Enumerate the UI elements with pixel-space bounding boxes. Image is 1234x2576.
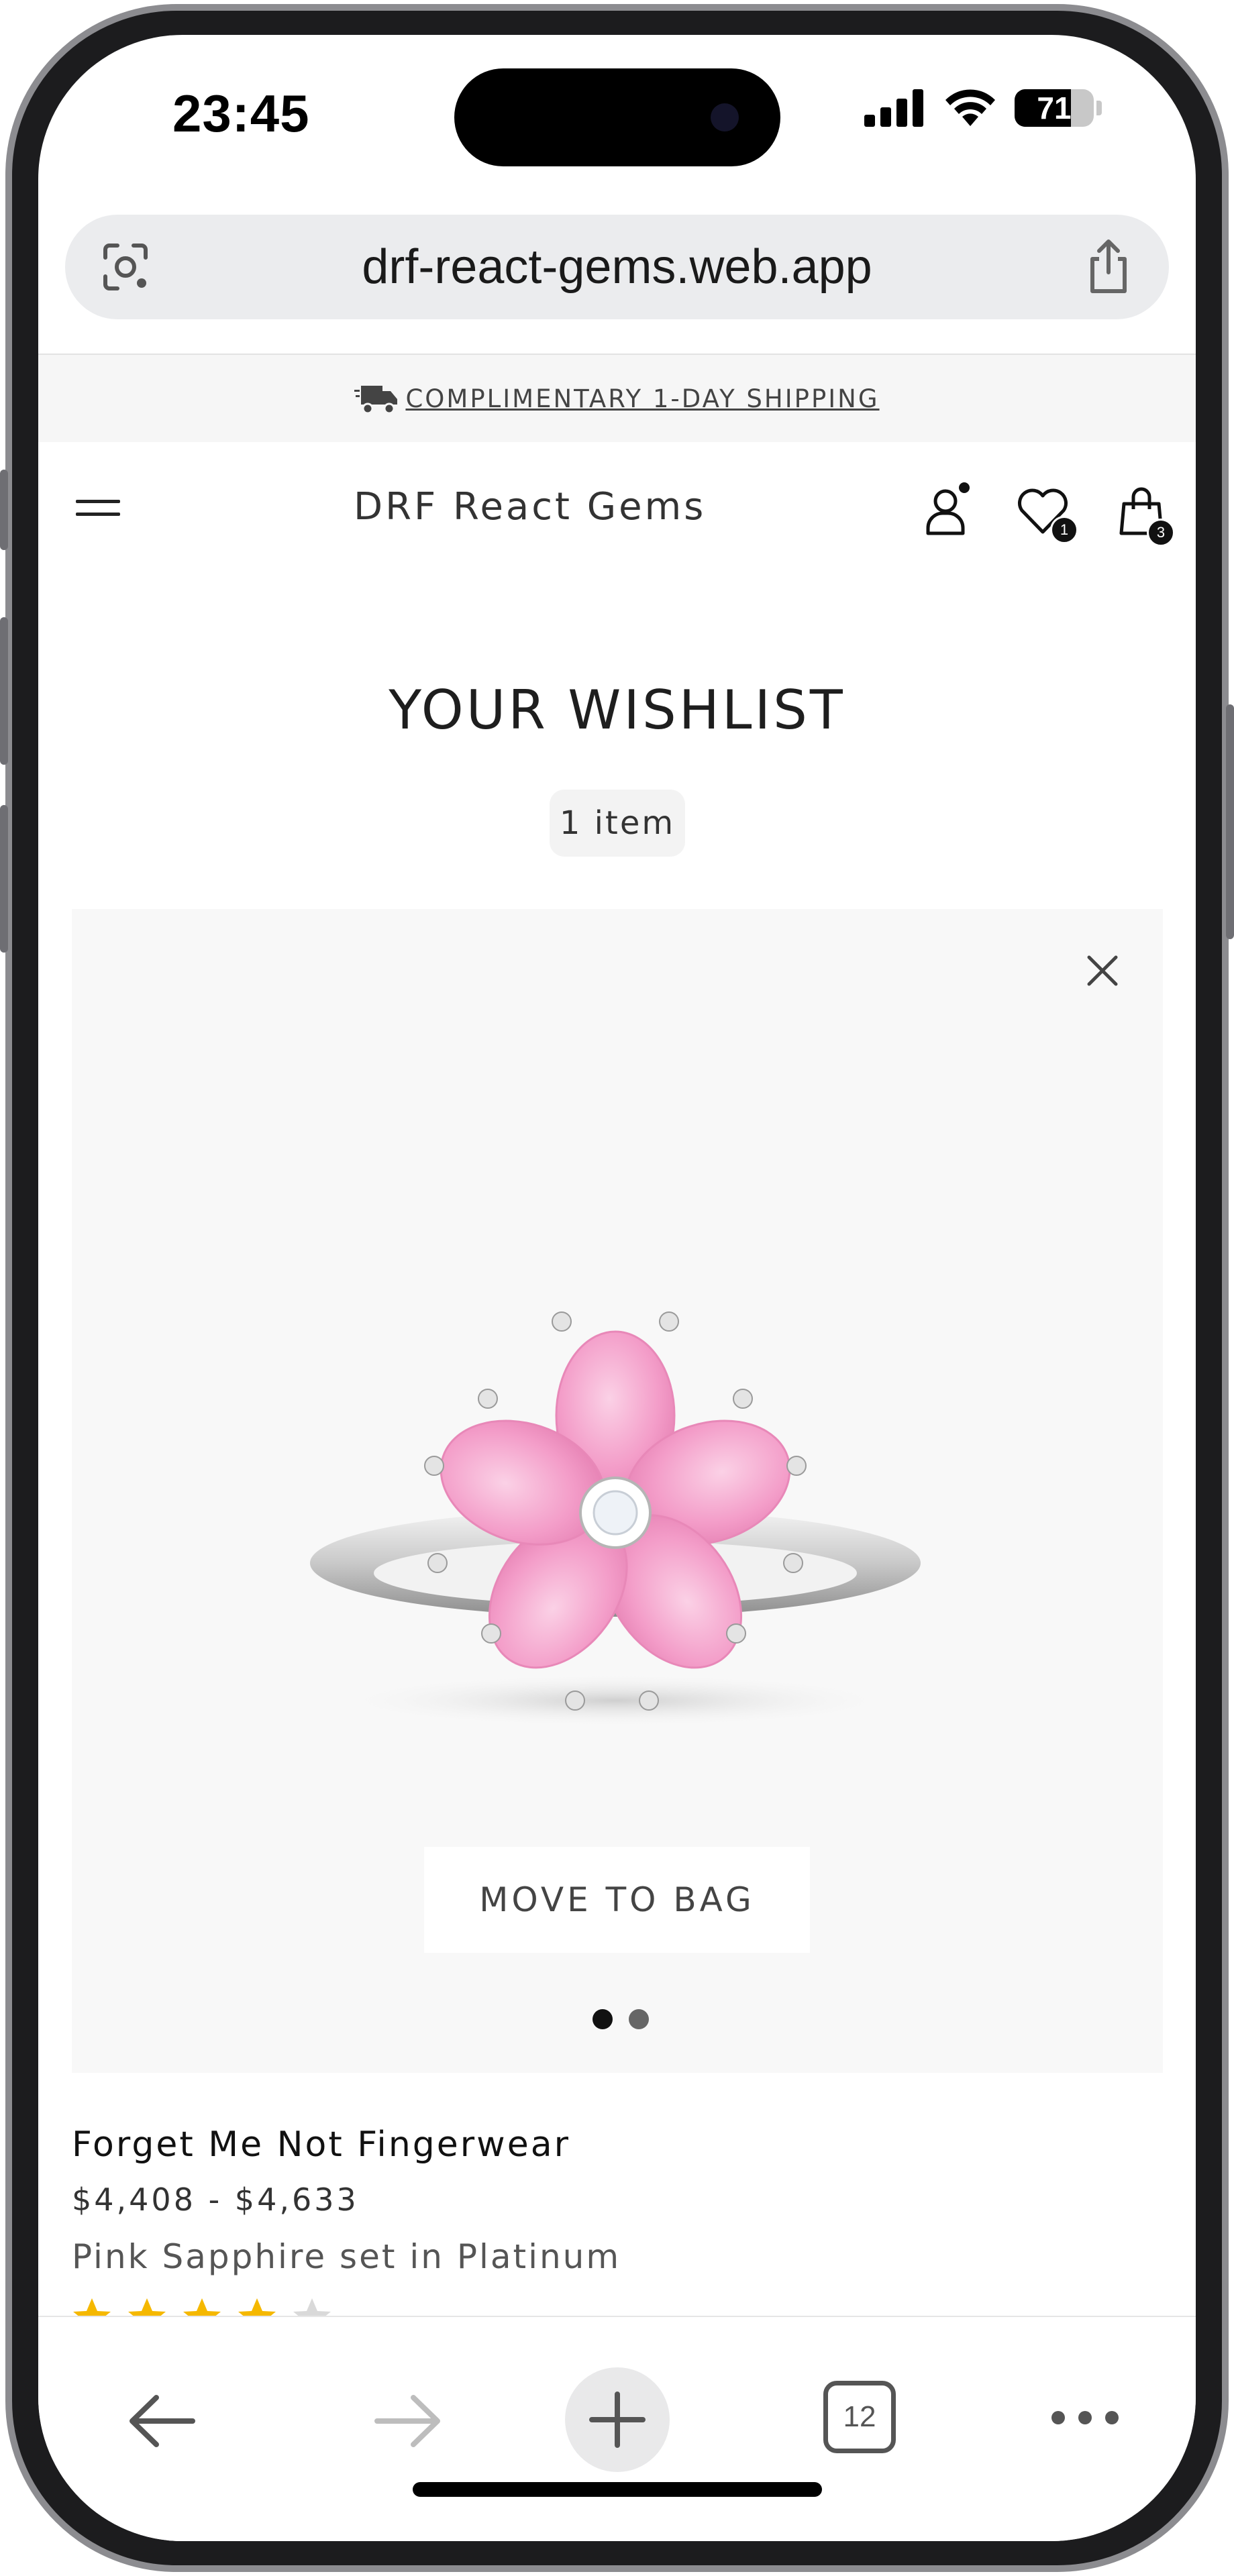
dynamic-island [454, 68, 780, 166]
delivery-truck-icon [354, 386, 398, 415]
url-text[interactable]: drf-react-gems.web.app [65, 239, 1169, 294]
site-header: DRF React Gems 1 3 [38, 441, 1196, 575]
move-to-bag-button[interactable]: MOVE TO BAG [424, 1847, 810, 1953]
announcement-text[interactable]: COMPLIMENTARY 1-DAY SHIPPING [405, 384, 879, 413]
more-options-icon[interactable] [1048, 2404, 1122, 2431]
bag-button[interactable]: 3 [1112, 481, 1175, 547]
battery-indicator: 71 [1015, 89, 1094, 127]
phone-screen: 23:45 71 drf-react-gems.web.app COMPLIME… [38, 35, 1196, 2541]
bag-count-badge: 3 [1147, 519, 1175, 547]
image-carousel-dots [593, 2009, 649, 2029]
item-count-badge: 1 item [550, 790, 685, 857]
wishlist-count-badge: 1 [1050, 516, 1078, 544]
status-bar: 23:45 71 [38, 35, 1196, 182]
power-button [1226, 704, 1234, 939]
home-indicator[interactable] [413, 2482, 822, 2497]
clock: 23:45 [172, 84, 310, 143]
carousel-dot-2[interactable] [629, 2009, 649, 2029]
wishlist-button[interactable]: 1 [1013, 481, 1078, 544]
product-image-card[interactable]: MOVE TO BAG [72, 909, 1163, 2073]
page-title: YOUR WISHLIST [389, 679, 845, 741]
shipping-announcement[interactable]: COMPLIMENTARY 1-DAY SHIPPING [38, 354, 1196, 442]
remove-item-icon[interactable] [1082, 951, 1123, 991]
cellular-signal-icon [864, 89, 923, 127]
battery-level: 71 [1037, 91, 1072, 125]
menu-icon[interactable] [76, 493, 120, 523]
battery-tip [1096, 101, 1102, 115]
product-image [310, 1311, 921, 1727]
forward-arrow-icon[interactable] [370, 2391, 444, 2451]
account-button[interactable] [917, 481, 978, 541]
status-icons: 71 [864, 89, 1102, 127]
new-tab-button[interactable] [565, 2367, 670, 2472]
user-icon [926, 482, 970, 535]
volume-up-button [0, 617, 8, 765]
tabs-button[interactable]: 12 [823, 2381, 896, 2453]
share-icon[interactable] [1082, 237, 1135, 295]
action-button [0, 470, 8, 550]
volume-down-button [0, 805, 8, 953]
tab-count: 12 [843, 2400, 876, 2433]
browser-toolbar: 12 [38, 2316, 1196, 2541]
url-bar[interactable]: drf-react-gems.web.app [65, 215, 1169, 319]
product-description: Pink Sapphire set in Platinum [72, 2237, 621, 2276]
page-tools-icon[interactable] [99, 240, 152, 294]
front-camera [711, 103, 739, 131]
back-arrow-icon[interactable] [125, 2391, 199, 2451]
product-price: $4,408 - $4,633 [72, 2182, 359, 2218]
wifi-icon [945, 89, 995, 126]
carousel-dot-1[interactable] [593, 2009, 613, 2029]
plus-icon [589, 2392, 646, 2448]
brand-logo-text[interactable]: DRF React Gems [354, 485, 706, 529]
product-name[interactable]: Forget Me Not Fingerwear [72, 2125, 570, 2165]
